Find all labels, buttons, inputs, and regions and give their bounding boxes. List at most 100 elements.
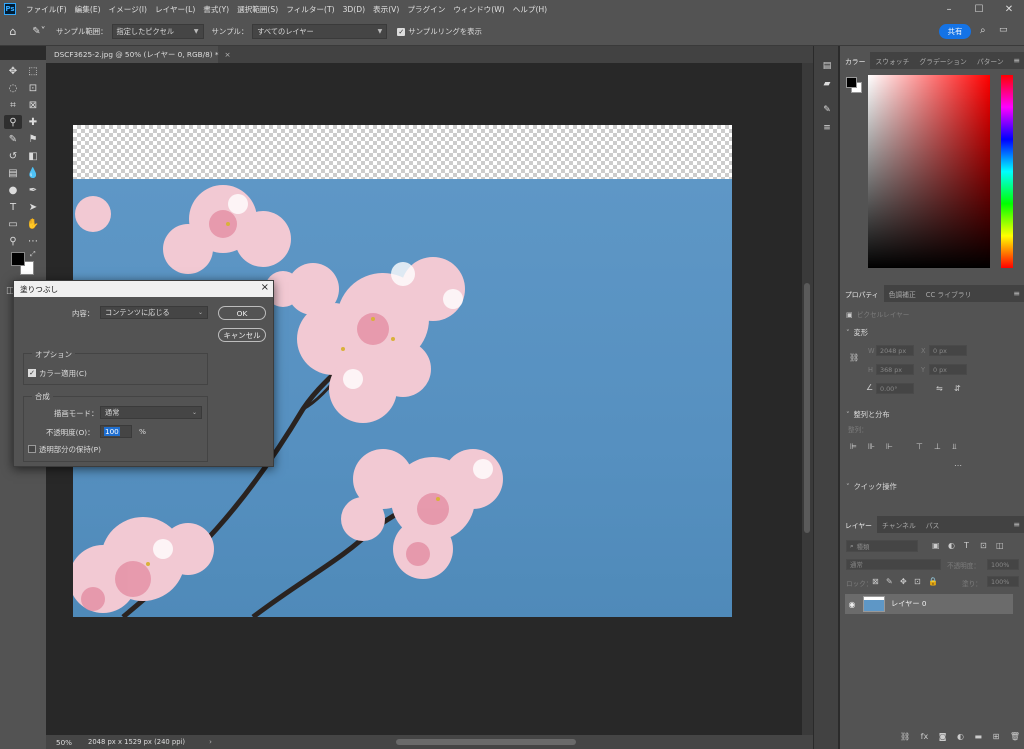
panel-menu-icon[interactable]: ≡ [1013, 56, 1020, 65]
filter-adjustment-icon[interactable]: ◐ [948, 541, 955, 550]
tab-swatches[interactable]: スウォッチ [870, 52, 914, 69]
layer-opacity-field[interactable]: 100% [987, 559, 1019, 570]
adjustments-icon[interactable]: ≡ [820, 122, 834, 134]
opacity-input[interactable]: 100 [100, 425, 132, 438]
minimize-icon[interactable]: – [934, 0, 964, 18]
vertical-scroll-thumb[interactable] [804, 283, 810, 533]
link-icon[interactable]: ⛓ [849, 353, 859, 362]
layer-mask-icon[interactable]: ◙ [939, 732, 947, 744]
clone-stamp-tool-icon[interactable]: ⚑ [24, 132, 42, 146]
filter-type-icon[interactable]: T [964, 541, 969, 550]
align-distribute-section[interactable]: ˅ 整列と分布 [846, 410, 890, 420]
document-tab[interactable]: DSCF3625-2.jpg @ 50% (レイヤー 0, RGB/8) * × [46, 46, 231, 63]
menu-edit[interactable]: 編集(E) [71, 4, 105, 15]
type-tool-icon[interactable]: T [4, 200, 22, 214]
panel-menu-icon[interactable]: ≡ [1013, 520, 1020, 529]
ok-button[interactable]: OK [218, 306, 266, 320]
close-tab-icon[interactable]: × [225, 50, 231, 59]
more-tools-icon[interactable]: ⋯ [24, 234, 42, 248]
align-top-icon[interactable]: ⊤ [916, 442, 923, 451]
tab-adjustments[interactable]: 色調補正 [884, 285, 921, 302]
home-icon[interactable]: ⌂ [0, 25, 26, 38]
eraser-tool-icon[interactable]: ◧ [24, 149, 42, 163]
brush-tool-icon[interactable]: ✎ [4, 132, 22, 146]
tab-layers[interactable]: レイヤー [840, 516, 877, 533]
tab-channels[interactable]: チャンネル [877, 516, 921, 533]
frame-tool-icon[interactable]: ⊠ [24, 98, 42, 112]
color-adapt-checkbox[interactable]: ✓ [28, 369, 36, 377]
path-select-tool-icon[interactable]: ➤ [24, 200, 42, 214]
layer-thumbnail[interactable] [863, 596, 885, 612]
history-brush-tool-icon[interactable]: ↺ [4, 149, 22, 163]
lock-all-icon[interactable]: 🔒 [928, 577, 938, 586]
filter-shape-icon[interactable]: ⊡ [980, 541, 987, 550]
fx-icon[interactable]: fx [921, 732, 929, 744]
preserve-transparency-checkbox[interactable] [28, 445, 36, 453]
lasso-tool-icon[interactable]: ◌ [4, 81, 22, 95]
healing-brush-tool-icon[interactable]: ✚ [24, 115, 42, 129]
flip-vertical-icon[interactable]: ⇵ [954, 384, 961, 393]
foreground-color-swatch[interactable] [11, 252, 25, 266]
hand-tool-icon[interactable]: ✋ [24, 217, 42, 231]
zoom-tool-icon[interactable]: ⚲ [4, 234, 22, 248]
quick-actions-section[interactable]: ˅ クイック操作 [846, 482, 897, 492]
pen-tool-icon[interactable]: ✒ [24, 183, 42, 197]
close-icon[interactable]: ✕ [994, 0, 1024, 18]
lock-pixels-icon[interactable]: ✎ [886, 577, 893, 586]
hue-slider[interactable] [1001, 75, 1013, 268]
align-right-icon[interactable]: ⊩ [886, 442, 893, 451]
tab-color[interactable]: カラー [840, 52, 871, 69]
chevron-right-icon[interactable]: › [209, 738, 212, 746]
align-center-h-icon[interactable]: ⊪ [868, 442, 875, 451]
workspace-icon[interactable]: ▭ [999, 25, 1008, 35]
checkbox-checked-icon[interactable]: ✓ [397, 27, 406, 36]
width-field[interactable]: 2048 px [876, 345, 914, 356]
visibility-eye-icon[interactable]: ◉ [845, 600, 859, 609]
align-left-icon[interactable]: ⊫ [850, 442, 857, 451]
layer-filter-field[interactable]: ⌕ 種類 [846, 540, 918, 552]
y-field[interactable]: 0 px [929, 364, 967, 375]
gradient-tool-icon[interactable]: ▤ [4, 166, 22, 180]
menu-3d[interactable]: 3D(D) [339, 5, 369, 14]
x-field[interactable]: 0 px [929, 345, 967, 356]
lock-artboard-icon[interactable]: ⊡ [914, 577, 921, 586]
menu-help[interactable]: ヘルプ(H) [509, 4, 551, 15]
sample-select[interactable]: すべてのレイヤー ▼ [252, 24, 388, 39]
filter-smart-object-icon[interactable]: ◫ [996, 541, 1004, 550]
menu-type[interactable]: 書式(Y) [199, 4, 233, 15]
menu-layer[interactable]: レイヤー(L) [151, 4, 199, 15]
menu-select[interactable]: 選択範囲(S) [233, 4, 282, 15]
rectangle-tool-icon[interactable]: ▭ [4, 217, 22, 231]
show-ring-toggle[interactable]: ✓ サンプルリングを表示 [397, 26, 486, 37]
adjustment-layer-icon[interactable]: ◐ [957, 732, 964, 744]
tab-paths[interactable]: パス [921, 516, 945, 533]
horizontal-scroll-thumb[interactable] [396, 739, 576, 745]
new-group-icon[interactable]: ▬ [975, 732, 983, 744]
actions-icon[interactable]: ▰ [820, 78, 834, 90]
more-options-icon[interactable]: ⋯ [954, 461, 962, 470]
menu-filter[interactable]: フィルター(T) [282, 4, 338, 15]
tab-gradients[interactable]: グラデーション [914, 52, 971, 69]
lock-position-icon[interactable]: ✥ [900, 577, 907, 586]
tab-cc-libraries[interactable]: CC ライブラリ [921, 285, 977, 302]
panel-menu-icon[interactable]: ≡ [1013, 289, 1020, 298]
object-select-tool-icon[interactable]: ⊡ [24, 81, 42, 95]
close-icon[interactable]: × [261, 282, 269, 293]
blur-tool-icon[interactable]: 💧 [24, 166, 42, 180]
menu-plugins[interactable]: プラグイン [403, 4, 449, 15]
tab-properties[interactable]: プロパティ [840, 285, 884, 302]
mode-select[interactable]: 通常 ⌄ [100, 406, 202, 419]
link-layers-icon[interactable]: ⛓ [900, 732, 910, 744]
history-icon[interactable]: ▤ [820, 60, 834, 72]
dodge-tool-icon[interactable]: ● [4, 183, 22, 197]
align-bottom-icon[interactable]: ⫫ [952, 442, 957, 452]
color-picker-field[interactable] [868, 75, 990, 268]
menu-window[interactable]: ウィンドウ(W) [449, 4, 508, 15]
swap-colors-icon[interactable]: ⤢ [30, 250, 36, 259]
maximize-icon[interactable]: ☐ [964, 0, 994, 18]
blend-mode-select[interactable]: 通常 [846, 559, 941, 570]
menu-view[interactable]: 表示(V) [369, 4, 403, 15]
share-button[interactable]: 共有 [939, 24, 971, 39]
eyedropper-tool-icon[interactable]: ✎˅ [26, 26, 52, 37]
transform-section[interactable]: ˅ 変形 [846, 328, 868, 338]
